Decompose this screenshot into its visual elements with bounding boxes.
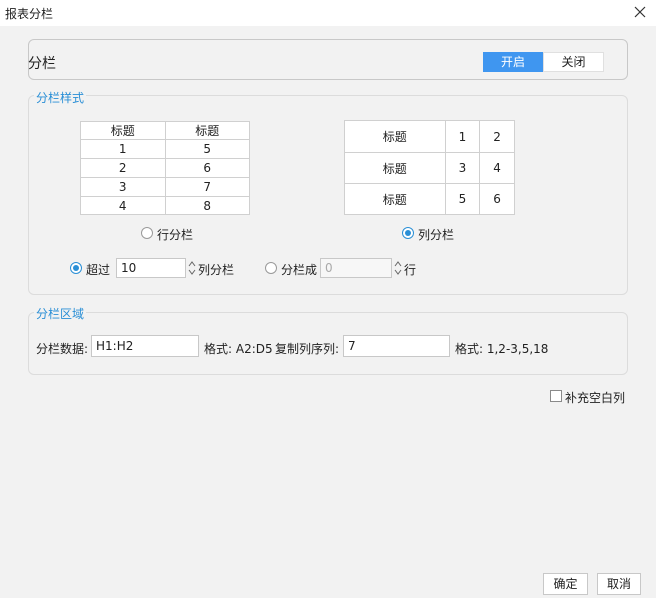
table-cell: 5: [164, 139, 250, 159]
copy-columns-label: 复制列序列:: [275, 342, 340, 356]
table-cell: 标题: [344, 183, 446, 215]
data-range-hint: 格式: A2:D5: [204, 342, 273, 356]
split-into-spinner-icon[interactable]: [393, 258, 403, 278]
table-cell: 6: [164, 158, 250, 178]
split-into-radio[interactable]: [265, 262, 277, 274]
table-cell: 3: [444, 152, 481, 184]
row-split-label: 行分栏: [157, 228, 194, 242]
data-range-input[interactable]: H1:H2: [91, 335, 199, 357]
toggle-label: 分栏: [28, 56, 56, 72]
data-range-label: 分栏数据:: [36, 342, 89, 356]
table-cell: 4: [479, 152, 515, 184]
split-into-suffix: 行: [404, 263, 417, 277]
table-header-cell: 标题: [164, 121, 250, 140]
col-split-preview-table: 标题 1 2 标题 3 4 标题 5 6: [344, 120, 515, 215]
row-split-preview-table: 标题 标题 15 26 37 48: [80, 121, 250, 215]
exceed-suffix: 列分栏: [198, 263, 235, 277]
table-cell: 标题: [344, 152, 446, 184]
table-cell: 3: [80, 177, 166, 197]
fill-blank-checkbox[interactable]: [550, 390, 562, 402]
ok-button[interactable]: 确定: [543, 573, 588, 595]
table-cell: 6: [479, 183, 515, 215]
toggle-on-button[interactable]: 开启: [483, 52, 543, 72]
fill-blank-label: 补充空白列: [565, 391, 626, 405]
row-split-radio[interactable]: [141, 227, 153, 239]
style-section-title: 分栏样式: [34, 89, 87, 106]
copy-columns-hint: 格式: 1,2-3,5,18: [455, 342, 549, 356]
copy-columns-input[interactable]: 7: [343, 335, 450, 357]
table-cell: 1: [444, 120, 481, 153]
col-split-label: 列分栏: [418, 228, 455, 242]
exceed-radio[interactable]: [70, 262, 82, 274]
split-into-count-input[interactable]: 0: [320, 258, 392, 278]
area-section-title: 分栏区域: [34, 305, 87, 322]
table-cell: 5: [444, 183, 481, 215]
close-icon[interactable]: [632, 4, 648, 20]
exceed-count-input[interactable]: 10: [116, 258, 186, 278]
table-cell: 标题: [344, 120, 446, 153]
table-cell: 2: [80, 158, 166, 178]
exceed-spinner-icon[interactable]: [187, 258, 197, 278]
exceed-label: 超过: [86, 263, 111, 277]
toggle-off-button[interactable]: 关闭: [543, 52, 604, 72]
table-cell: 8: [164, 196, 250, 215]
table-cell: 4: [80, 196, 166, 215]
title-bar: 报表分栏: [0, 0, 656, 26]
table-cell: 7: [164, 177, 250, 197]
table-header-cell: 标题: [80, 121, 166, 140]
table-cell: 1: [80, 139, 166, 159]
col-split-radio[interactable]: [402, 227, 414, 239]
split-into-label: 分栏成: [281, 263, 318, 277]
table-cell: 2: [479, 120, 515, 153]
cancel-button[interactable]: 取消: [597, 573, 641, 595]
window-title: 报表分栏: [5, 7, 54, 21]
